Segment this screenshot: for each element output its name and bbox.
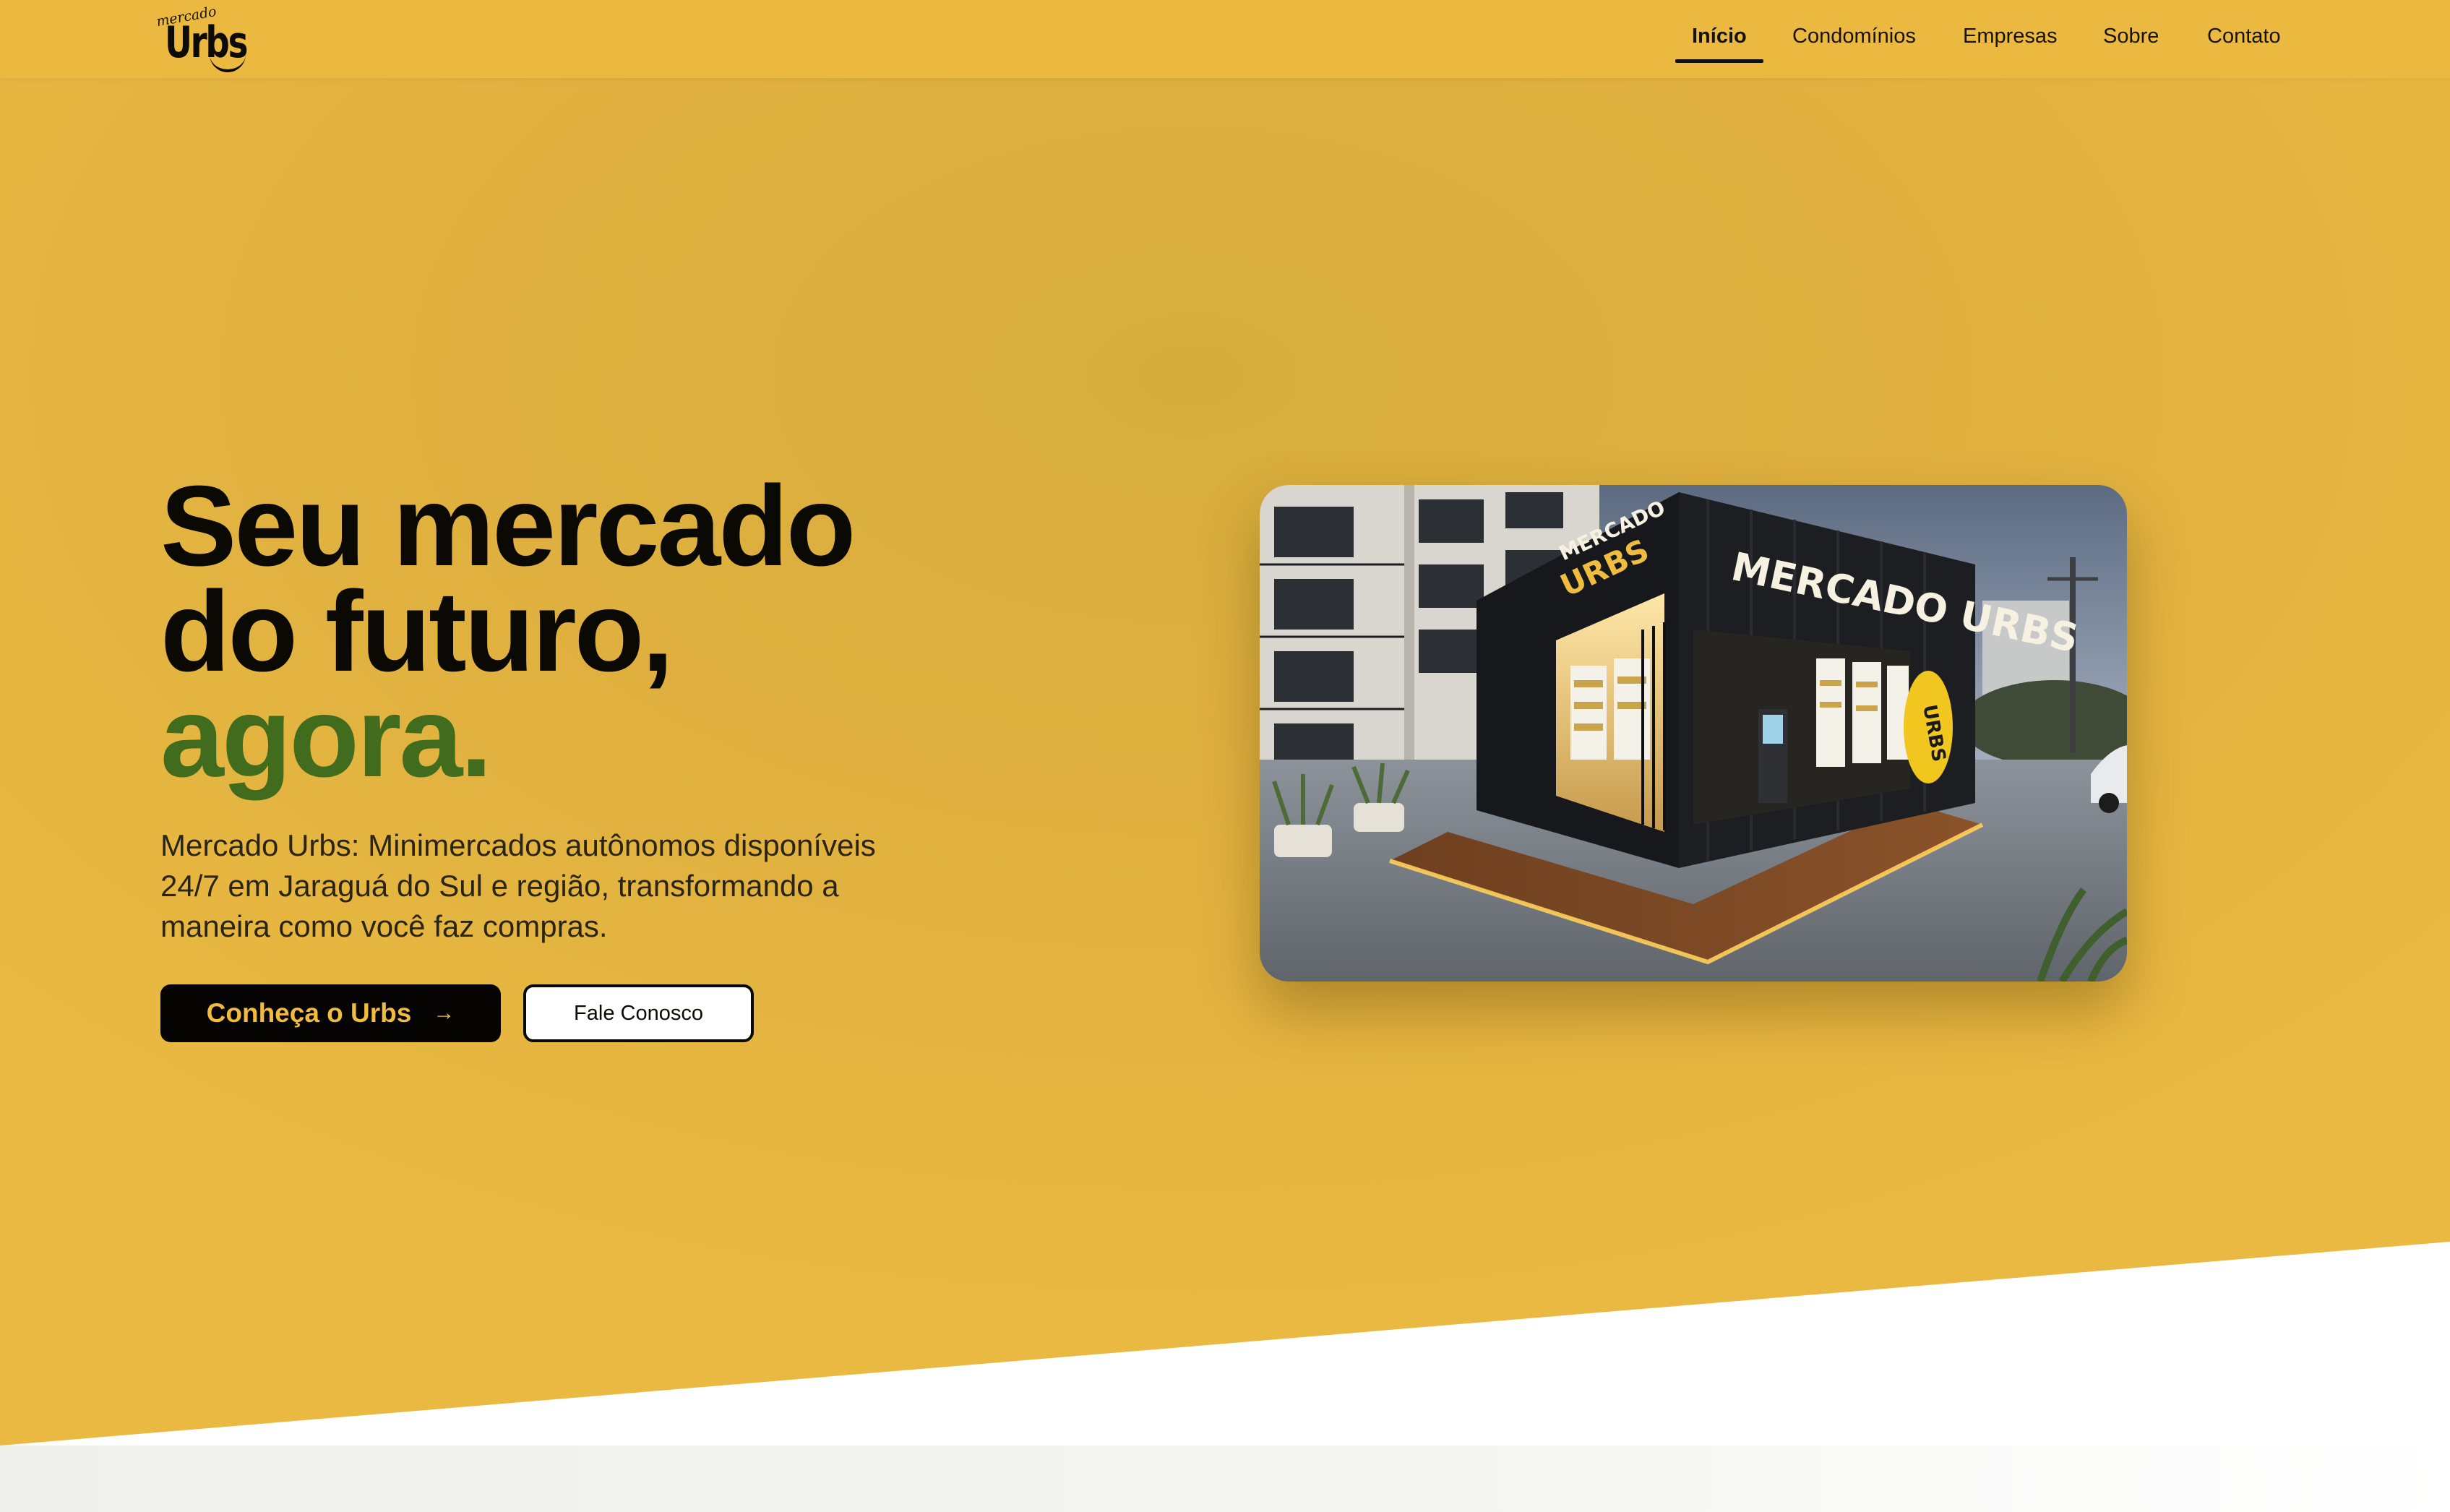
nav-item-contato[interactable]: Contato [2207,25,2281,48]
hero-headline: Seu mercado do futuro, agora. [160,463,856,801]
hero-store-image: MERCADO URBS MERCADO URBS URBS [1260,485,2127,981]
hero-subtitle: Mercado Urbs: Minimercados autônomos dis… [160,828,876,943]
site-header: mercado Urbs Início Condomínios Empresas… [0,0,2450,78]
nav-item-empresas[interactable]: Empresas [1963,25,2058,48]
logo[interactable]: mercado Urbs [155,4,256,72]
fale-conosco-button[interactable]: Fale Conosco [523,984,754,1042]
page: mercado Urbs Início Condomínios Empresas… [0,0,2450,1512]
nav-active-indicator [1675,59,1763,63]
headline-line-1: Seu mercado [160,463,856,590]
store-illustration: MERCADO URBS MERCADO URBS URBS [1260,485,2127,981]
nav-item-condominios[interactable]: Condomínios [1792,25,1916,48]
conheca-urbs-label: Conheça o Urbs [206,998,412,1028]
nav-item-sobre[interactable]: Sobre [2103,25,2159,48]
arrow-right-icon: → [433,1001,455,1025]
headline-accent: agora. [160,674,492,801]
headline-line-2: do futuro, [160,568,674,695]
next-section-edge [0,1446,2450,1512]
nav-item-inicio[interactable]: Início [1692,25,1747,48]
conheca-urbs-button[interactable]: Conheça o Urbs → [160,984,501,1042]
logo-swoosh-icon [210,53,246,72]
